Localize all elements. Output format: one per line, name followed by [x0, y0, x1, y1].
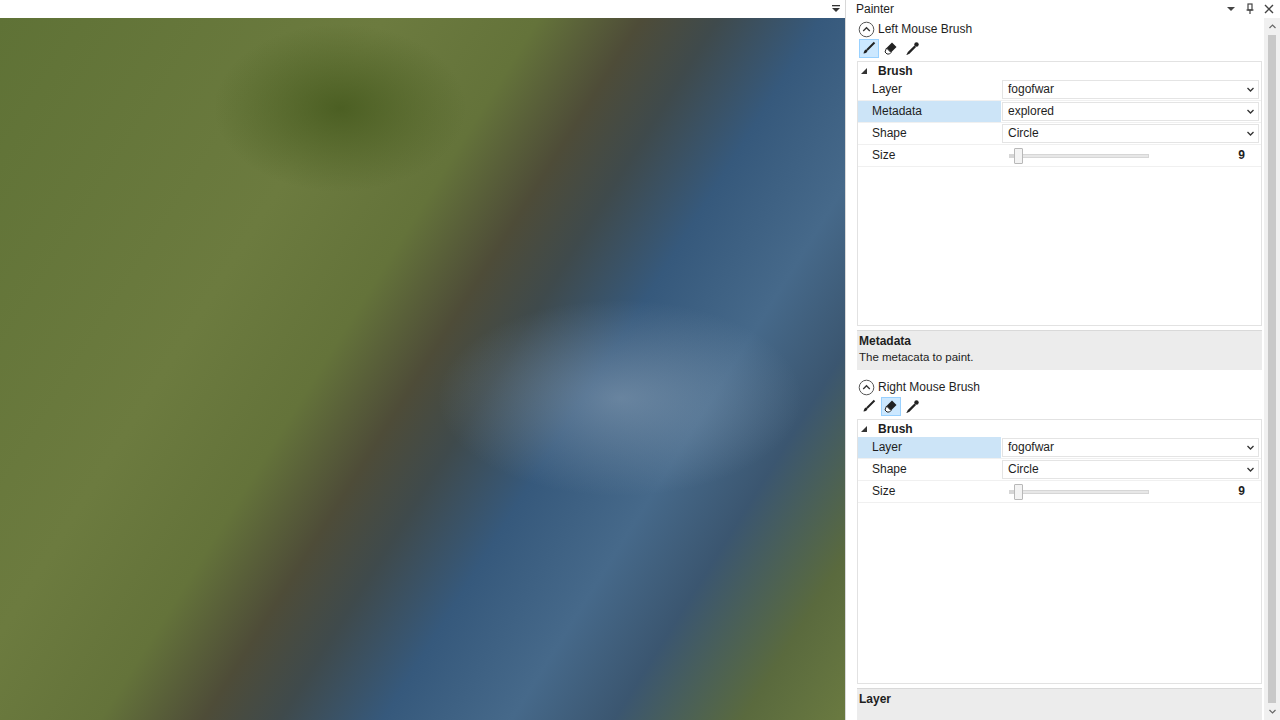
splitter[interactable] [845, 0, 855, 720]
paint-icon [862, 399, 876, 413]
brush-section: Left Mouse Brush BrushLayer fogofwar Metada… [857, 18, 1264, 376]
property-dropdown[interactable]: Circle [1002, 460, 1259, 479]
property-label[interactable]: Shape [858, 123, 1001, 144]
section-title: Left Mouse Brush [878, 21, 972, 37]
viewport-pane [0, 0, 845, 720]
erase-tool-button[interactable] [881, 397, 901, 416]
pin-icon [1244, 3, 1256, 15]
close-button[interactable] [1259, 0, 1278, 18]
pick-tool-button[interactable] [903, 39, 923, 58]
description-box: Layer [857, 688, 1262, 720]
description-title: Layer [859, 692, 1259, 707]
paint-icon [862, 41, 876, 55]
dropdown-value: Circle [1008, 462, 1246, 477]
arrow-down-icon [1268, 707, 1277, 716]
dropdown-icon[interactable] [829, 2, 843, 16]
size-value: 9 [1157, 484, 1245, 499]
property-label[interactable]: Size [858, 481, 1001, 502]
slider-thumb[interactable] [1014, 148, 1023, 164]
pick-icon [906, 41, 920, 55]
property-row[interactable]: Size 9 [858, 145, 1261, 167]
dropdown-value: fogofwar [1008, 440, 1246, 455]
viewport-toolbar [0, 0, 845, 18]
property-row[interactable]: Metadata explored [858, 101, 1261, 123]
expander-icon[interactable] [860, 67, 868, 75]
painter-panel: PainterLeft Mouse BrushBrushLayerfogofwa… [855, 0, 1280, 720]
close-icon [1263, 3, 1275, 15]
pick-tool-button[interactable] [903, 397, 923, 416]
property-row[interactable]: Shape Circle [858, 459, 1261, 481]
category-label: Brush [870, 421, 913, 437]
property-dropdown[interactable]: fogofwar [1002, 80, 1259, 99]
chevron-down-icon [1246, 443, 1255, 452]
slider-track[interactable] [1009, 154, 1149, 158]
property-dropdown[interactable]: explored [1002, 102, 1259, 121]
dropdown-value: Circle [1008, 126, 1246, 141]
panel-menu-button[interactable] [1221, 0, 1240, 18]
collapse-icon[interactable] [858, 21, 875, 38]
arrow-up-icon [1268, 22, 1277, 31]
property-row[interactable]: Size 9 [858, 481, 1261, 503]
property-label[interactable]: Layer [858, 79, 1001, 100]
dropdown-value: fogofwar [1008, 82, 1246, 97]
size-slider[interactable]: 9 [1002, 146, 1259, 165]
scroll-up-button[interactable] [1264, 18, 1280, 35]
property-row[interactable]: Shape Circle [858, 123, 1261, 145]
property-dropdown[interactable]: fogofwar [1002, 438, 1259, 457]
erase-tool-button[interactable] [881, 39, 901, 58]
property-label[interactable]: Size [858, 145, 1001, 166]
scrollbar[interactable] [1264, 18, 1280, 720]
property-dropdown[interactable]: Circle [1002, 124, 1259, 143]
paint-tool-button[interactable] [859, 397, 879, 416]
brush-section: Right Mouse BrushBrushLayerfogofwarShape… [857, 376, 1264, 720]
scroll-thumb[interactable] [1268, 35, 1276, 703]
map-viewport[interactable] [0, 18, 845, 720]
property-row[interactable]: Layer fogofwar [858, 79, 1261, 101]
property-label[interactable]: Layer [858, 437, 1001, 458]
chevron-down-icon [1246, 129, 1255, 138]
property-label[interactable]: Metadata [858, 101, 1001, 122]
panel-body: Left Mouse BrushBrushLayerfogofwarMetada… [855, 18, 1280, 720]
section-title: Right Mouse Brush [878, 379, 980, 395]
expander-icon[interactable] [860, 425, 868, 433]
pin-button[interactable] [1240, 0, 1259, 18]
size-slider[interactable]: 9 [1002, 482, 1259, 501]
category-row[interactable]: Brush [858, 62, 1261, 79]
slider-track[interactable] [1009, 490, 1149, 494]
section-header: Right Mouse Brush [857, 376, 1264, 396]
slider-thumb[interactable] [1014, 484, 1023, 500]
tool-bar [857, 38, 1264, 58]
description-box: MetadataThe metacata to paint. [857, 330, 1262, 370]
erase-icon [884, 41, 898, 55]
brush-sections: Left Mouse BrushBrushLayerfogofwarMetada… [855, 18, 1264, 720]
chevron-down-icon [1246, 107, 1255, 116]
section-header: Left Mouse Brush [857, 18, 1264, 38]
category-label: Brush [870, 63, 913, 79]
chevron-down-icon [1246, 465, 1255, 474]
chevron-down-icon [1246, 85, 1255, 94]
property-grid: BrushLayer fogofwar Metadata explored Shape C… [857, 61, 1262, 326]
dropdown-value: explored [1008, 104, 1246, 119]
description-title: Metadata [859, 334, 1259, 349]
panel-title: Painter [856, 0, 1221, 18]
scroll-down-button[interactable] [1264, 703, 1280, 720]
property-row[interactable]: Layer fogofwar [858, 437, 1261, 459]
collapse-icon[interactable] [858, 379, 875, 396]
property-label[interactable]: Shape [858, 459, 1001, 480]
erase-icon [884, 399, 898, 413]
pick-icon [906, 399, 920, 413]
panel-header: Painter [855, 0, 1280, 18]
property-grid: BrushLayer fogofwar Shape Circle Size 9 [857, 419, 1262, 684]
description-text: The metacata to paint. [859, 349, 1259, 365]
panel-menu-icon [1225, 3, 1237, 15]
category-row[interactable]: Brush [858, 420, 1261, 437]
size-value: 9 [1157, 148, 1245, 163]
paint-tool-button[interactable] [859, 39, 879, 58]
tool-bar [857, 396, 1264, 416]
